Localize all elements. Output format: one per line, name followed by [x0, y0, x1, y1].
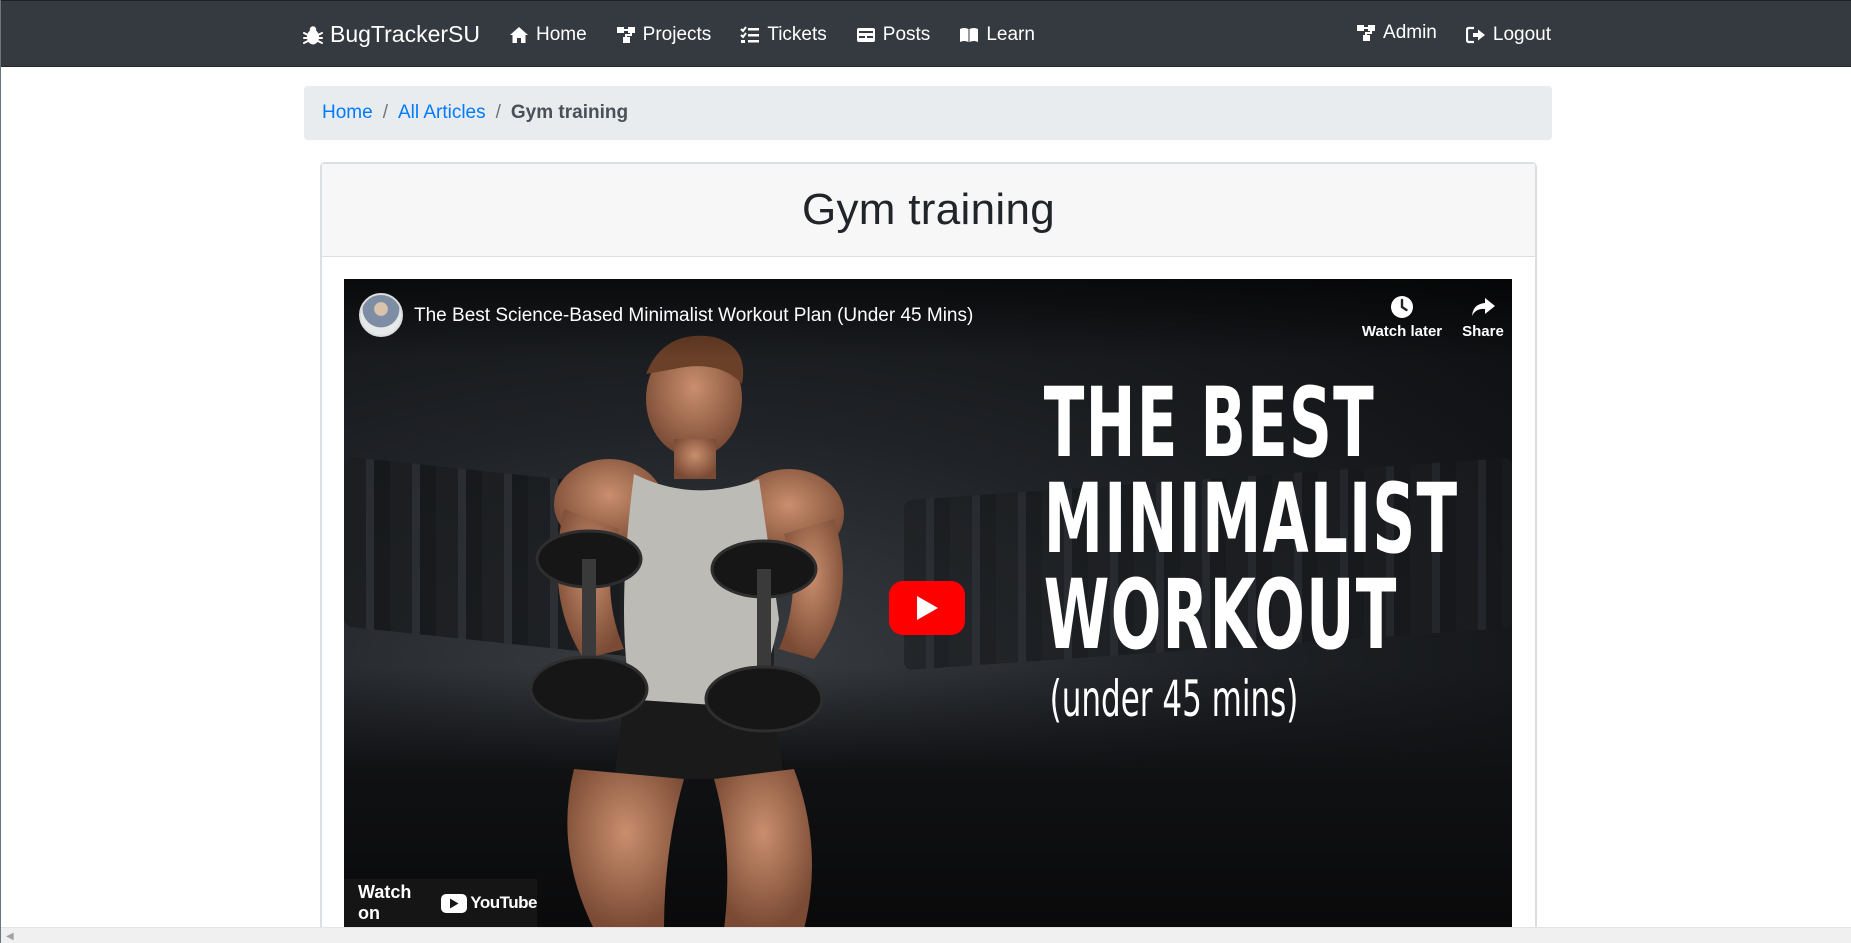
navbar-right: Admin Logout: [1355, 22, 1551, 46]
nav-posts[interactable]: Posts: [855, 23, 931, 46]
breadcrumb-all-articles[interactable]: All Articles: [398, 102, 486, 124]
sitemap-icon: [1355, 23, 1377, 43]
thumbnail-headline-line: THE BEST: [1043, 367, 1376, 479]
horizontal-scrollbar[interactable]: ◀: [1, 927, 1851, 943]
youtube-embed[interactable]: THE BEST MINIMALIST WORKOUT (under 45 mi…: [344, 279, 1512, 927]
nav-learn[interactable]: Learn: [958, 24, 1035, 46]
nav-home-label: Home: [535, 23, 587, 45]
card-icon: [855, 25, 877, 45]
nav-projects-label: Projects: [642, 23, 712, 45]
video-title[interactable]: The Best Science-Based Minimalist Workou…: [414, 305, 973, 327]
thumbnail-headline: THE BEST MINIMALIST WORKOUT (under 45 mi…: [1043, 367, 1459, 729]
youtube-logo: YouTube: [441, 893, 537, 913]
breadcrumb-current: Gym training: [510, 102, 629, 123]
brand-link[interactable]: BugTrackerSU: [302, 21, 480, 48]
nav-tickets-label: Tickets: [767, 23, 827, 45]
share-label: Share: [1462, 323, 1504, 340]
share-icon: [1469, 293, 1497, 321]
article-header: Gym training: [322, 164, 1535, 257]
bug-icon: [302, 25, 324, 45]
nav-logout[interactable]: Logout: [1465, 24, 1551, 46]
nav-logout-label: Logout: [1492, 23, 1551, 45]
watch-later-label: Watch later: [1361, 323, 1443, 340]
channel-avatar[interactable]: [359, 293, 403, 337]
play-button[interactable]: [889, 581, 965, 635]
clock-icon: [1388, 293, 1416, 321]
nav-posts-label: Posts: [882, 23, 931, 45]
thumbnail-subtext: (under 45 mins): [1049, 670, 1299, 728]
watch-later-button[interactable]: Watch later: [1357, 293, 1447, 340]
article-title: Gym training: [801, 185, 1055, 234]
nav-tickets[interactable]: Tickets: [739, 23, 827, 46]
sitemap-icon: [615, 25, 637, 45]
thumbnail-headline-line: WORKOUT: [1043, 559, 1398, 671]
watch-on-label: Watch on: [358, 882, 412, 923]
brand-name: BugTrackerSU: [330, 21, 480, 47]
youtube-wordmark: YouTube: [470, 893, 537, 912]
thumbnail-athlete: [529, 335, 844, 927]
play-icon: [915, 595, 939, 621]
book-icon: [958, 25, 980, 45]
nav-admin-label: Admin: [1383, 22, 1437, 43]
breadcrumb-home[interactable]: Home: [322, 102, 373, 124]
nav-learn-label: Learn: [986, 23, 1035, 45]
nav-admin[interactable]: Admin: [1355, 22, 1437, 44]
nav-projects[interactable]: Projects: [615, 23, 712, 46]
navbar-container: BugTrackerSU Home Projects Tickets Posts: [302, 1, 1551, 68]
breadcrumb-separator: /: [495, 102, 501, 123]
youtube-play-icon: [441, 893, 468, 913]
breadcrumb-separator: /: [382, 102, 388, 123]
thumbnail-headline-line: MINIMALIST: [1043, 463, 1459, 575]
top-navbar: BugTrackerSU Home Projects Tickets Posts: [1, 0, 1851, 67]
nav-home[interactable]: Home: [508, 24, 587, 46]
list-check-icon: [739, 25, 761, 45]
home-icon: [508, 25, 530, 45]
sign-out-icon: [1465, 25, 1487, 45]
breadcrumb: Home / All Articles / Gym training: [304, 86, 1552, 140]
scroll-left-arrow-icon[interactable]: ◀: [6, 931, 14, 942]
share-button[interactable]: Share: [1438, 293, 1512, 340]
watch-on-youtube-button[interactable]: Watch on YouTube: [344, 879, 537, 927]
